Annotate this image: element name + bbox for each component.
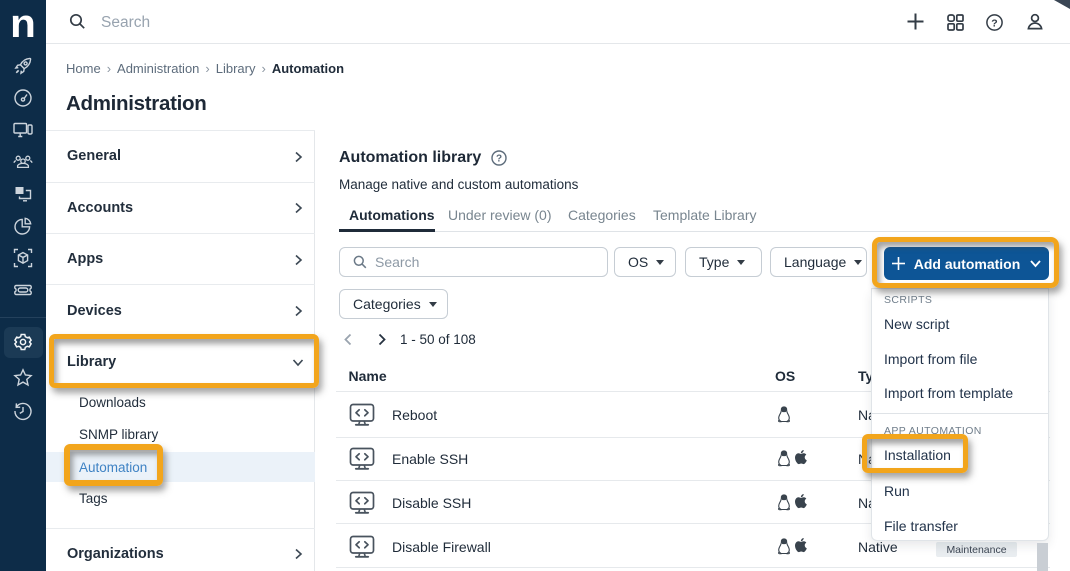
svg-text:?: ? [496, 154, 502, 165]
svg-text:?: ? [991, 17, 997, 29]
